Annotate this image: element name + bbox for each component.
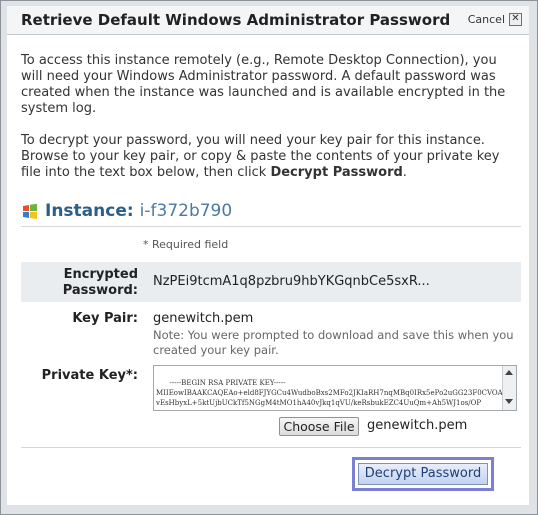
- close-icon[interactable]: ✕: [509, 13, 522, 26]
- retrieve-password-dialog: Retrieve Default Windows Administrator P…: [0, 0, 538, 515]
- key-pair-label: Key Pair:: [72, 311, 138, 326]
- dialog-title: Retrieve Default Windows Administrator P…: [21, 11, 451, 29]
- cancel-label[interactable]: Cancel: [468, 13, 505, 26]
- choose-file-button[interactable]: Choose File: [279, 417, 359, 436]
- intro-paragraph-2: To decrypt your password, you will need …: [21, 133, 521, 181]
- textarea-scrollbar[interactable]: [502, 366, 516, 410]
- scroll-down-icon[interactable]: [505, 399, 513, 404]
- decrypt-button-focus-ring[interactable]: Decrypt Password: [352, 457, 494, 491]
- decrypt-password-button[interactable]: Decrypt Password: [358, 463, 488, 485]
- private-key-label: Private Key*:: [41, 368, 138, 383]
- instance-heading: Instance: i-f372b790: [21, 201, 232, 221]
- intro-paragraph-1: To access this instance remotely (e.g., …: [21, 53, 506, 116]
- encrypted-password-label: Encrypted Password:: [62, 267, 138, 298]
- key-pair-note: Note: You were prompted to download and …: [153, 328, 514, 357]
- private-key-text[interactable]: -----BEGIN RSA PRIVATE KEY----- MIIEowIB…: [156, 379, 510, 407]
- encrypted-password-value: NzPEi9tcmA1q8pzbru9hbYKGqnbCe5sxR...: [153, 274, 430, 289]
- instance-id: i-f372b790: [139, 201, 233, 221]
- key-pair-value: genewitch.pem: [153, 311, 254, 326]
- private-key-textarea[interactable]: -----BEGIN RSA PRIVATE KEY----- MIIEowIB…: [153, 365, 517, 411]
- scroll-up-icon[interactable]: [505, 370, 513, 375]
- intro-p2-suffix: .: [402, 165, 407, 180]
- divider: [21, 226, 521, 227]
- required-field-note: * Required field: [143, 238, 229, 251]
- encrypted-password-row: Encrypted Password: NzPEi9tcmA1q8pzbru9h…: [21, 262, 521, 302]
- instance-label: Instance:: [45, 201, 134, 221]
- dialog-content: To access this instance remotely (e.g., …: [7, 35, 529, 505]
- dialog-titlebar: Retrieve Default Windows Administrator P…: [7, 6, 529, 35]
- footer-divider: [21, 447, 521, 448]
- cancel-button[interactable]: Cancel ✕: [468, 13, 522, 26]
- windows-icon: [23, 203, 37, 219]
- intro-p2-bold: Decrypt Password: [270, 165, 403, 180]
- chosen-filename: genewitch.pem: [367, 418, 468, 433]
- intro-p2-text: To decrypt your password, you will need …: [21, 133, 500, 180]
